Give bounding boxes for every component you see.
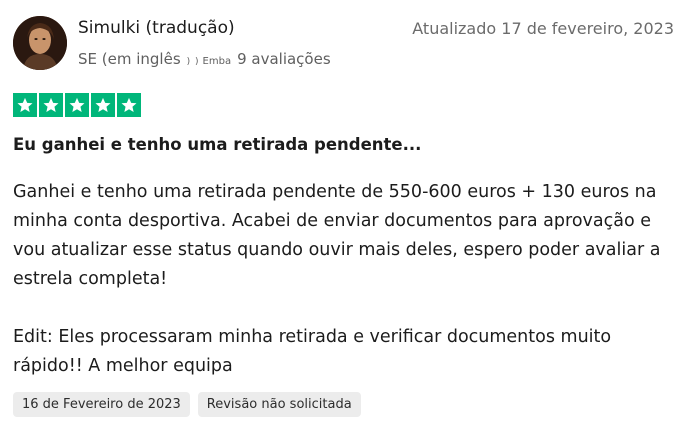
avatar[interactable] — [13, 16, 67, 70]
unprompted-review-tag[interactable]: Revisão não solicitada — [197, 392, 361, 417]
review-body: Ganhei e tenho uma retirada pendente de … — [13, 178, 681, 381]
star-icon — [117, 93, 141, 117]
reviewer-meta: SE (em inglês ) ) Emba 9 avaliações — [78, 50, 331, 68]
star-rating — [13, 93, 141, 117]
star-icon — [39, 93, 63, 117]
star-icon — [65, 93, 89, 117]
star-icon — [13, 93, 37, 117]
updated-date: Atualizado 17 de fevereiro, 2023 — [412, 19, 674, 38]
avatar-image — [13, 16, 67, 70]
star-icon — [91, 93, 115, 117]
meta-separator: ) ) — [186, 57, 200, 67]
review-tags: 16 de Fevereiro de 2023 Revisão não soli… — [13, 392, 361, 417]
review-paragraph: Edit: Eles processaram minha retirada e … — [13, 327, 612, 376]
experience-date-tag: 16 de Fevereiro de 2023 — [13, 392, 190, 417]
reviewer-name[interactable]: Simulki (tradução) — [78, 18, 235, 38]
emba-label: Emba — [202, 56, 232, 67]
review-count[interactable]: 9 avaliações — [237, 50, 331, 68]
review-title[interactable]: Eu ganhei e tenho uma retirada pendente.… — [13, 135, 421, 154]
reviewer-country: SE (em inglês — [78, 50, 181, 68]
review-paragraph: Ganhei e tenho uma retirada pendente de … — [13, 182, 661, 289]
